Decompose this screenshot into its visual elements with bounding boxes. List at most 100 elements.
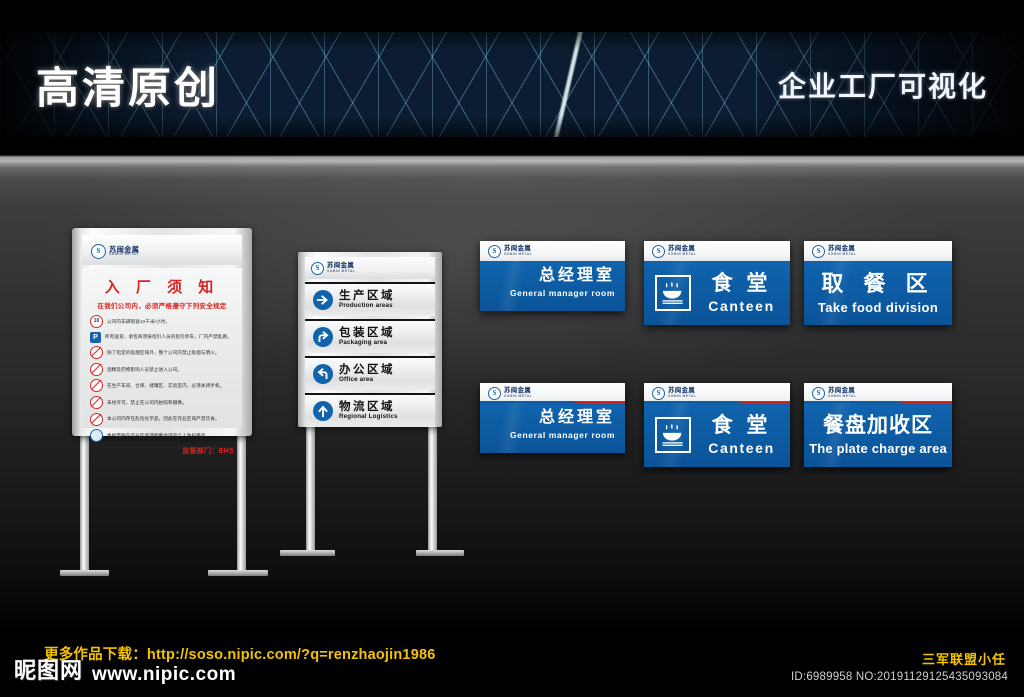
- brand-mark-letter: S: [816, 388, 821, 397]
- brand-logo-text: 苏闽金属 SUMIN METAL: [828, 246, 856, 256]
- brand-mark-letter: S: [492, 246, 497, 255]
- watermark-download-link[interactable]: 更多作品下载：http://soso.nipic.com/?q=renzhaoj…: [44, 643, 435, 664]
- brand-logo: S 苏闽金属 SUMIN METAL: [652, 386, 696, 400]
- brand-logo-text: 苏闽金属 SUMIN METAL: [109, 246, 139, 257]
- notice-rule-row: 根据需要在作业区域须配戴合适的个人防护用品。: [90, 429, 234, 443]
- plate-general-manager-bottom[interactable]: S 苏闽金属 SUMIN METAL 总经理室 General manager …: [480, 383, 625, 453]
- notice-title: 入 厂 须 知: [104, 279, 220, 296]
- plate-label-cn: 取 餐 区: [821, 270, 935, 296]
- plate-body: 餐盘加收区 The plate charge area: [804, 403, 952, 467]
- notice-rule-row: 本公司内存在危险化学品，因此在作业区域严禁饮食。: [90, 412, 234, 426]
- brand-name-en: SUMIN METAL: [504, 251, 533, 256]
- directional-row-list: 生产区域 Production areas 包装区域 Packaging are…: [305, 282, 435, 427]
- directional-label-cn: 包装区域: [339, 327, 395, 340]
- image-id-text: ID:6989958 NO:20191129125435093084: [791, 671, 1008, 683]
- directional-board-foot-left: [280, 550, 335, 556]
- directional-row-office[interactable]: 办公区域 Office area: [305, 356, 435, 390]
- plate-label-en: General manager room: [509, 430, 615, 440]
- notice-rule-row: 未经许可，禁止在公司内拍照和摄像。: [90, 395, 234, 409]
- brand-name-en: SUMIN METAL: [828, 393, 857, 398]
- notice-rule-row: 在生产车间、仓库、储罐区、实验室内，必须关闭手机。: [90, 379, 234, 393]
- arrow-up-icon: [313, 401, 333, 421]
- notice-rule-row: P 所有送货、承包商须按指引人员的指引停车，厂内严禁乱路。: [90, 331, 234, 343]
- brand-logo-text: 苏闽金属 SUMIN METAL: [828, 388, 856, 398]
- brand-name-en: SUMIN METAL: [828, 251, 857, 256]
- plate-charge-area-bottom[interactable]: S 苏闽金属 SUMIN METAL 餐盘加收区 The plate charg…: [804, 383, 952, 467]
- notice-rule-text: 本公司内存在危险化学品，因此在作业区域严禁饮食。: [107, 416, 220, 422]
- notice-rule-text: 未经许可，禁止在公司内拍照和摄像。: [107, 399, 187, 405]
- brand-logo-text: 苏闽金属 SUMIN METAL: [504, 388, 532, 398]
- entry-notice-board[interactable]: S 苏闽金属 SUMIN METAL 入 厂 须 知 在我们公司内，必须严格遵守…: [72, 228, 252, 455]
- brand-mark-icon: S: [652, 386, 665, 400]
- brand-mark-letter: S: [96, 247, 101, 255]
- brand-logo: S 苏闽金属 SUMIN METAL: [812, 386, 856, 400]
- brand-mark-letter: S: [656, 246, 661, 255]
- brand-mark-letter: S: [315, 263, 320, 272]
- directional-row-logistics[interactable]: 物流区域 Regional Logistics: [305, 393, 435, 427]
- top-banner: 高清原创 企业工厂可视化: [0, 32, 1024, 137]
- canteen-bowl-icon: [655, 275, 691, 311]
- plate-header: S 苏闽金属 SUMIN METAL: [480, 241, 625, 261]
- nipic-logo: 昵图网: [14, 658, 84, 683]
- plate-label-en: Canteen: [708, 440, 775, 456]
- directional-row-production[interactable]: 生产区域 Production areas: [305, 282, 435, 316]
- plate-label-cn: 总经理室: [538, 409, 615, 426]
- brand-mark-icon: S: [812, 386, 825, 400]
- nipic-url[interactable]: www.nipic.com: [92, 664, 236, 686]
- directional-label-en: Production areas: [339, 302, 393, 310]
- directional-row-labels: 办公区域 Office area: [339, 364, 395, 384]
- plate-header: S 苏闽金属 SUMIN METAL: [644, 383, 790, 403]
- no-drinking-icon: [90, 412, 103, 426]
- arrow-turn-left-icon: [313, 364, 333, 384]
- no-mobile-icon: [90, 379, 103, 393]
- brand-logo: S 苏闽金属 SUMIN METAL: [311, 261, 355, 275]
- directional-board-foot-right: [416, 550, 464, 556]
- brand-logo-text: 苏闽金属 SUMIN METAL: [668, 388, 696, 398]
- brand-logo-text: 苏闽金属 SUMIN METAL: [668, 246, 696, 256]
- plate-body: 取 餐 区 Take food division: [804, 261, 952, 325]
- directional-board-header: S 苏闽金属 SUMIN METAL: [305, 257, 435, 279]
- plate-canteen-bottom[interactable]: S 苏闽金属 SUMIN METAL 食 堂 Canteen: [644, 383, 790, 467]
- brand-name-en: SUMIN METAL: [668, 251, 697, 256]
- plate-header: S 苏闽金属 SUMIN METAL: [804, 383, 952, 403]
- notice-rule-text: 在生产车间、仓库、储罐区、实验室内，必须关闭手机。: [107, 383, 225, 389]
- notice-rule-text: 除了指定的吸烟区域外，整个公司内禁止吸烟与明火。: [107, 350, 220, 356]
- directional-label-en: Regional Logistics: [339, 413, 398, 421]
- brand-logo: S 苏闽金属 SUMIN METAL: [812, 244, 856, 258]
- directional-board-leg-right: [428, 412, 437, 552]
- notice-rule-row: 10 公司内车辆限速10千米/小时。: [90, 315, 234, 328]
- canteen-bowl-icon: [655, 417, 691, 453]
- notice-board-foot-right: [208, 570, 268, 576]
- brand-logo: S 苏闽金属 SUMIN METAL: [488, 244, 533, 258]
- brand-logo-text: 苏闽金属 SUMIN METAL: [327, 263, 355, 273]
- plate-canteen-top[interactable]: S 苏闽金属 SUMIN METAL 食 堂 Canteen: [644, 241, 790, 325]
- brand-mark-letter: S: [492, 388, 497, 397]
- directional-row-packaging[interactable]: 包装区域 Packaging area: [305, 319, 435, 353]
- plate-label-cn: 餐盘加收区: [823, 414, 933, 437]
- directional-board-leg-left: [306, 412, 315, 552]
- brand-mark-icon: S: [488, 386, 501, 400]
- notice-subtitle: 在我们公司内，必须严格遵守下列安全规定: [97, 303, 227, 310]
- brand-mark-icon: S: [812, 244, 825, 258]
- brand-name-en: SUMIN METAL: [668, 393, 697, 398]
- plate-label-cn: 食 堂: [711, 272, 772, 295]
- notice-rule-row: 酒精及药物影响人员禁止进入公司。: [90, 362, 234, 376]
- plate-header: S 苏闽金属 SUMIN METAL: [644, 241, 790, 261]
- no-camera-icon: [90, 395, 103, 409]
- directional-sign-board[interactable]: S 苏闽金属 SUMIN METAL 生产区域 Production areas: [298, 252, 442, 427]
- directional-row-labels: 包装区域 Packaging area: [339, 327, 395, 347]
- directional-label-en: Office area: [339, 376, 374, 384]
- no-alcohol-icon: [90, 362, 103, 376]
- plate-label-cn: 食 堂: [711, 414, 772, 437]
- speed-limit-icon: 10: [90, 315, 103, 328]
- plate-general-manager-top[interactable]: S 苏闽金属 SUMIN METAL 总经理室 General manager …: [480, 241, 625, 311]
- brand-mark-letter: S: [656, 388, 661, 397]
- brand-logo: S 苏闽金属 SUMIN METAL: [652, 244, 696, 258]
- notice-department: 监督部门：EHS: [182, 448, 234, 456]
- plate-take-food-top[interactable]: S 苏闽金属 SUMIN METAL 取 餐 区 Take food divis…: [804, 241, 952, 325]
- plate-body: 总经理室 General manager room: [480, 403, 625, 453]
- parking-icon: P: [90, 331, 101, 343]
- plate-label-cn: 总经理室: [538, 267, 615, 284]
- plate-label-en: Canteen: [708, 298, 775, 314]
- brand-mark-icon: S: [91, 244, 106, 259]
